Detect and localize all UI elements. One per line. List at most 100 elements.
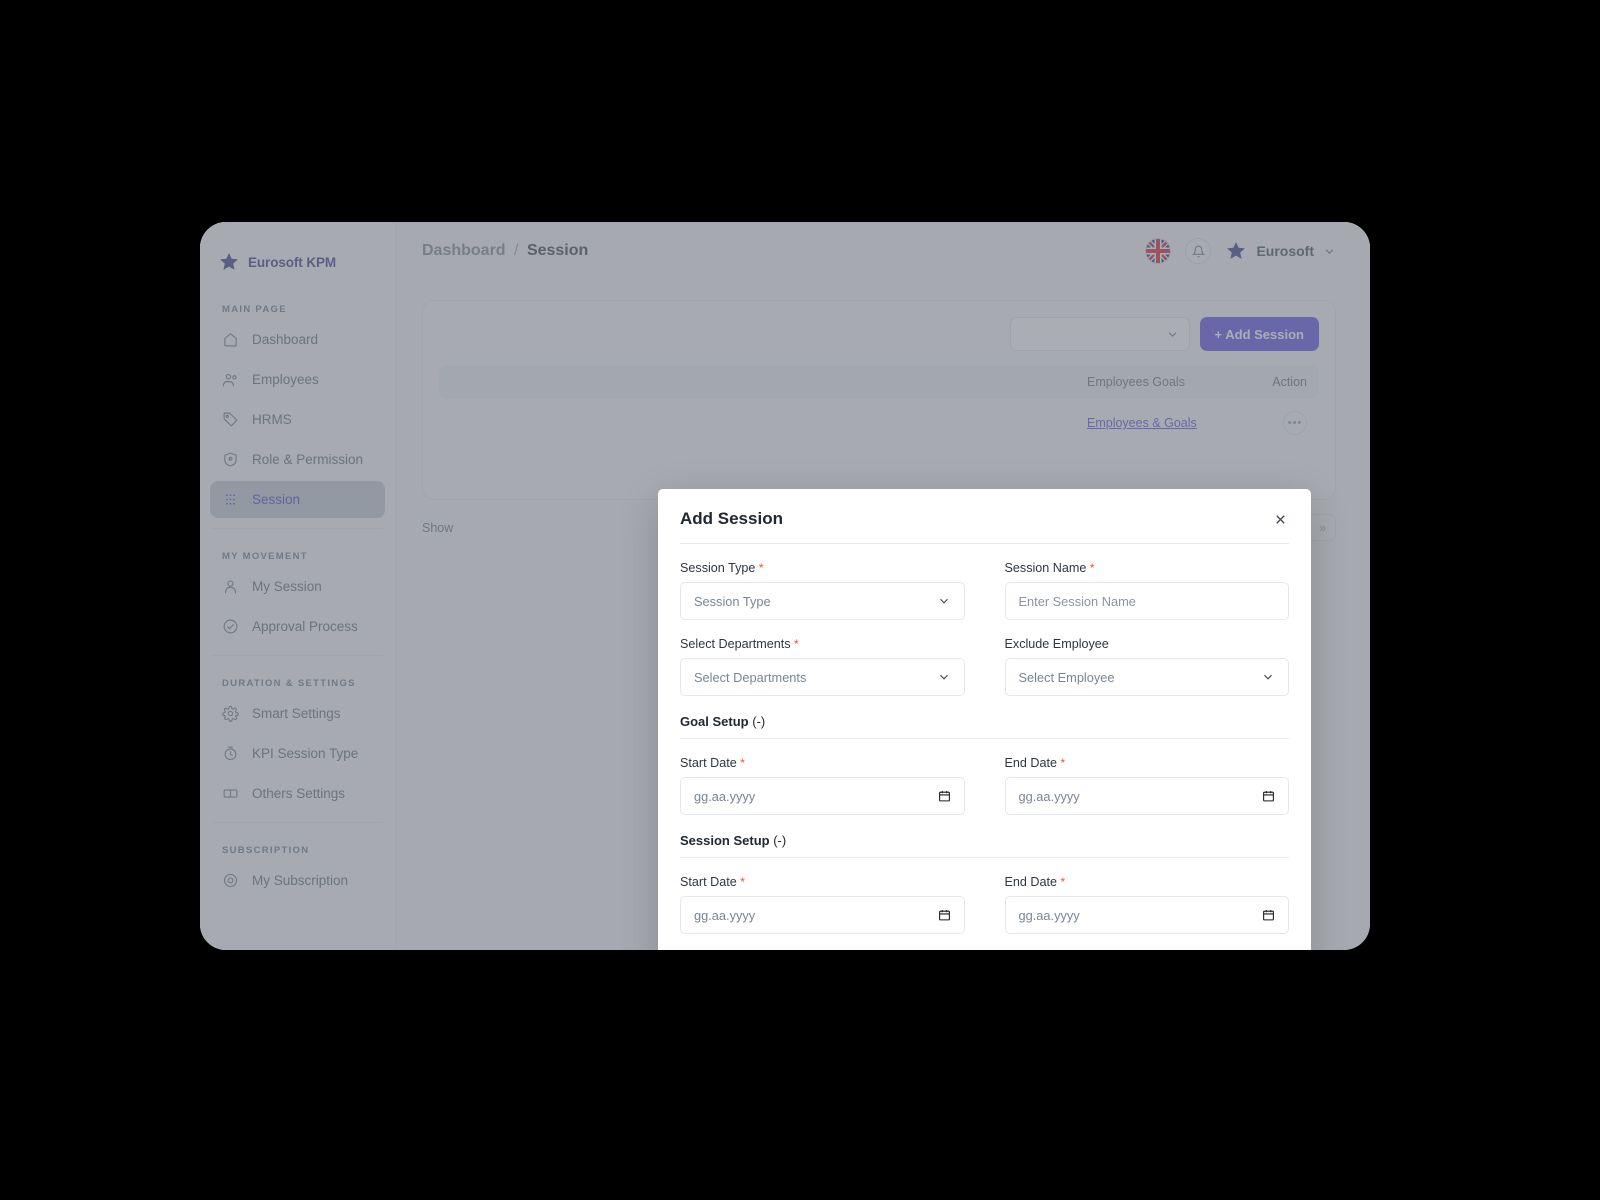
user-name: Eurosoft [1256,243,1314,259]
close-glyph [1275,514,1285,524]
select-departments-label: Select Departments * [680,637,965,651]
sidebar-item-session[interactable]: Session [210,481,385,518]
session-name-label: Session Name * [1005,561,1290,575]
select-departments-label-text: Select Departments [680,637,791,651]
session-card: + Add Session Employees Goals Action Emp… [422,300,1336,500]
ticket-icon [223,789,238,798]
field-exclude-employee: Exclude Employee Select Employee [1004,637,1289,696]
coin-icon [223,873,238,888]
required-marker: * [1089,561,1095,575]
brand-logo[interactable]: Eurosoft KPM [200,242,395,282]
required-marker: * [1060,756,1066,770]
sidebar-item-label: My Subscription [252,873,349,888]
filter-select[interactable] [1009,317,1190,351]
sessions-table: Employees Goals Action Employees & Goals… [439,365,1319,447]
section-suffix: (-) [773,833,787,848]
add-session-modal: Add Session Session Type * Session Type [658,489,1311,950]
sidebar-item-my-session[interactable]: My Session [210,568,385,605]
breadcrumb-parent[interactable]: Dashboard [422,242,506,259]
bell-glyph [1191,245,1205,257]
chevron-down-icon [1325,248,1334,254]
chevron-down-icon [1168,331,1176,337]
chevron-down-icon [939,674,948,680]
sidebar-item-label: Dashboard [252,332,319,347]
add-session-button[interactable]: + Add Session [1199,317,1319,351]
select-departments-select[interactable]: Select Departments [680,658,965,696]
bell-icon[interactable] [1185,238,1212,264]
sidebar-divider [212,655,383,656]
required-marker: * [740,756,745,770]
sidebar-item-employees[interactable]: Employees [210,361,385,398]
employees-goals-link[interactable]: Employees & Goals [1087,416,1197,430]
sidebar-section-label: SUBSCRIPTION [222,845,310,856]
topbar: Dashboard / Session Eurosoft [396,222,1370,280]
sidebar-item-label: HRMS [252,412,292,427]
end-date-input[interactable]: gg.aa.yyyy [1004,896,1289,934]
sidebar-item-kpi-session-type[interactable]: KPI Session Type [210,735,385,772]
end-date-placeholder: gg.aa.yyyy [1018,788,1080,804]
table-column-employees-goals: Employees Goals [1087,375,1185,389]
start-date-label: Start Date * [680,756,965,770]
sidebar-item-label: Approval Process [252,619,358,634]
sidebar-item-label: Session [252,492,301,507]
top-fields-grid: Session Type * Session Type Session Name… [680,544,1289,696]
clock-icon [224,746,237,761]
close-icon[interactable] [1271,510,1289,528]
sidebar: Eurosoft KPM MAIN PAGE Dashboard Employees… [200,222,396,950]
sidebar-item-approval-process[interactable]: Approval Process [210,608,385,645]
end-date-placeholder: gg.aa.yyyy [1018,907,1080,923]
users-icon [222,373,237,387]
session-name-input-wrap[interactable]: Enter Session Name [1004,582,1289,620]
end-date-label: End Date * [1005,875,1290,889]
table-row: Employees & Goals ••• [439,399,1319,447]
section-title: Session Setup [680,833,770,848]
required-marker: * [1060,875,1066,889]
pagination-next[interactable]: » [1309,514,1336,541]
session-type-select[interactable]: Session Type [680,582,965,620]
field-session-name: Session Name * Enter Session Name [1004,561,1290,620]
sidebar-item-my-subscription[interactable]: My Subscription [210,862,385,899]
calendar-icon [938,910,950,921]
sidebar-section-label: MAIN PAGE [222,304,287,315]
section-heading: Session Setup (-) [680,833,1289,848]
sidebar-section: DURATION & SETTINGS Smart Settings KPI Ses… [200,678,395,812]
session-type-label-text: Session Type [680,561,756,575]
more-horizontal-icon[interactable]: ••• [1283,411,1307,435]
user-menu[interactable]: Eurosoft [1225,240,1336,262]
start-date-placeholder: gg.aa.yyyy [694,907,756,923]
sidebar-item-smart-settings[interactable]: Smart Settings [210,695,385,732]
sidebar-item-others-settings[interactable]: Others Settings [210,775,385,812]
sidebar-section: MAIN PAGE Dashboard Employees HRMS Role & Pe… [200,304,395,518]
calendar-icon [1263,910,1274,921]
end-date-input[interactable]: gg.aa.yyyy [1004,777,1289,815]
required-marker: * [740,875,745,889]
sidebar-item-dashboard[interactable]: Dashboard [210,321,385,358]
exclude-employee-value: Select Employee [1018,669,1115,685]
required-marker: * [758,561,764,575]
app-window: Eurosoft KPM MAIN PAGE Dashboard Employees… [200,222,1370,950]
calendar-icon [938,791,950,802]
modal-body: Session Type * Session Type Session Name… [658,543,1311,950]
topbar-actions: Eurosoft [1145,238,1336,264]
grid-dots-icon [226,494,235,505]
session-type-label: Session Type * [680,561,965,575]
home-icon [224,333,237,347]
end-date-label: End Date * [1005,756,1290,770]
exclude-employee-select[interactable]: Select Employee [1004,658,1289,696]
breadcrumb-current: Session [526,242,589,259]
required-marker: * [794,637,799,651]
sidebar-item-label: Others Settings [252,786,346,801]
breadcrumb-separator: / [514,242,519,259]
chevron-down-icon [1264,674,1272,680]
start-date-input[interactable]: gg.aa.yyyy [680,896,965,934]
card-toolbar: + Add Session [439,317,1319,351]
start-date-placeholder: gg.aa.yyyy [694,788,756,804]
sidebar-section-label: DURATION & SETTINGS [222,678,356,689]
sidebar-item-hrms[interactable]: HRMS [210,401,385,438]
start-date-input[interactable]: gg.aa.yyyy [680,777,965,815]
section-title: Goal Setup [680,714,749,729]
uk-flag-icon[interactable] [1145,238,1172,264]
breadcrumb: Dashboard / Session [422,242,588,260]
sidebar-item-role-permission[interactable]: Role & Permission [210,441,385,478]
tag-icon [223,412,238,427]
